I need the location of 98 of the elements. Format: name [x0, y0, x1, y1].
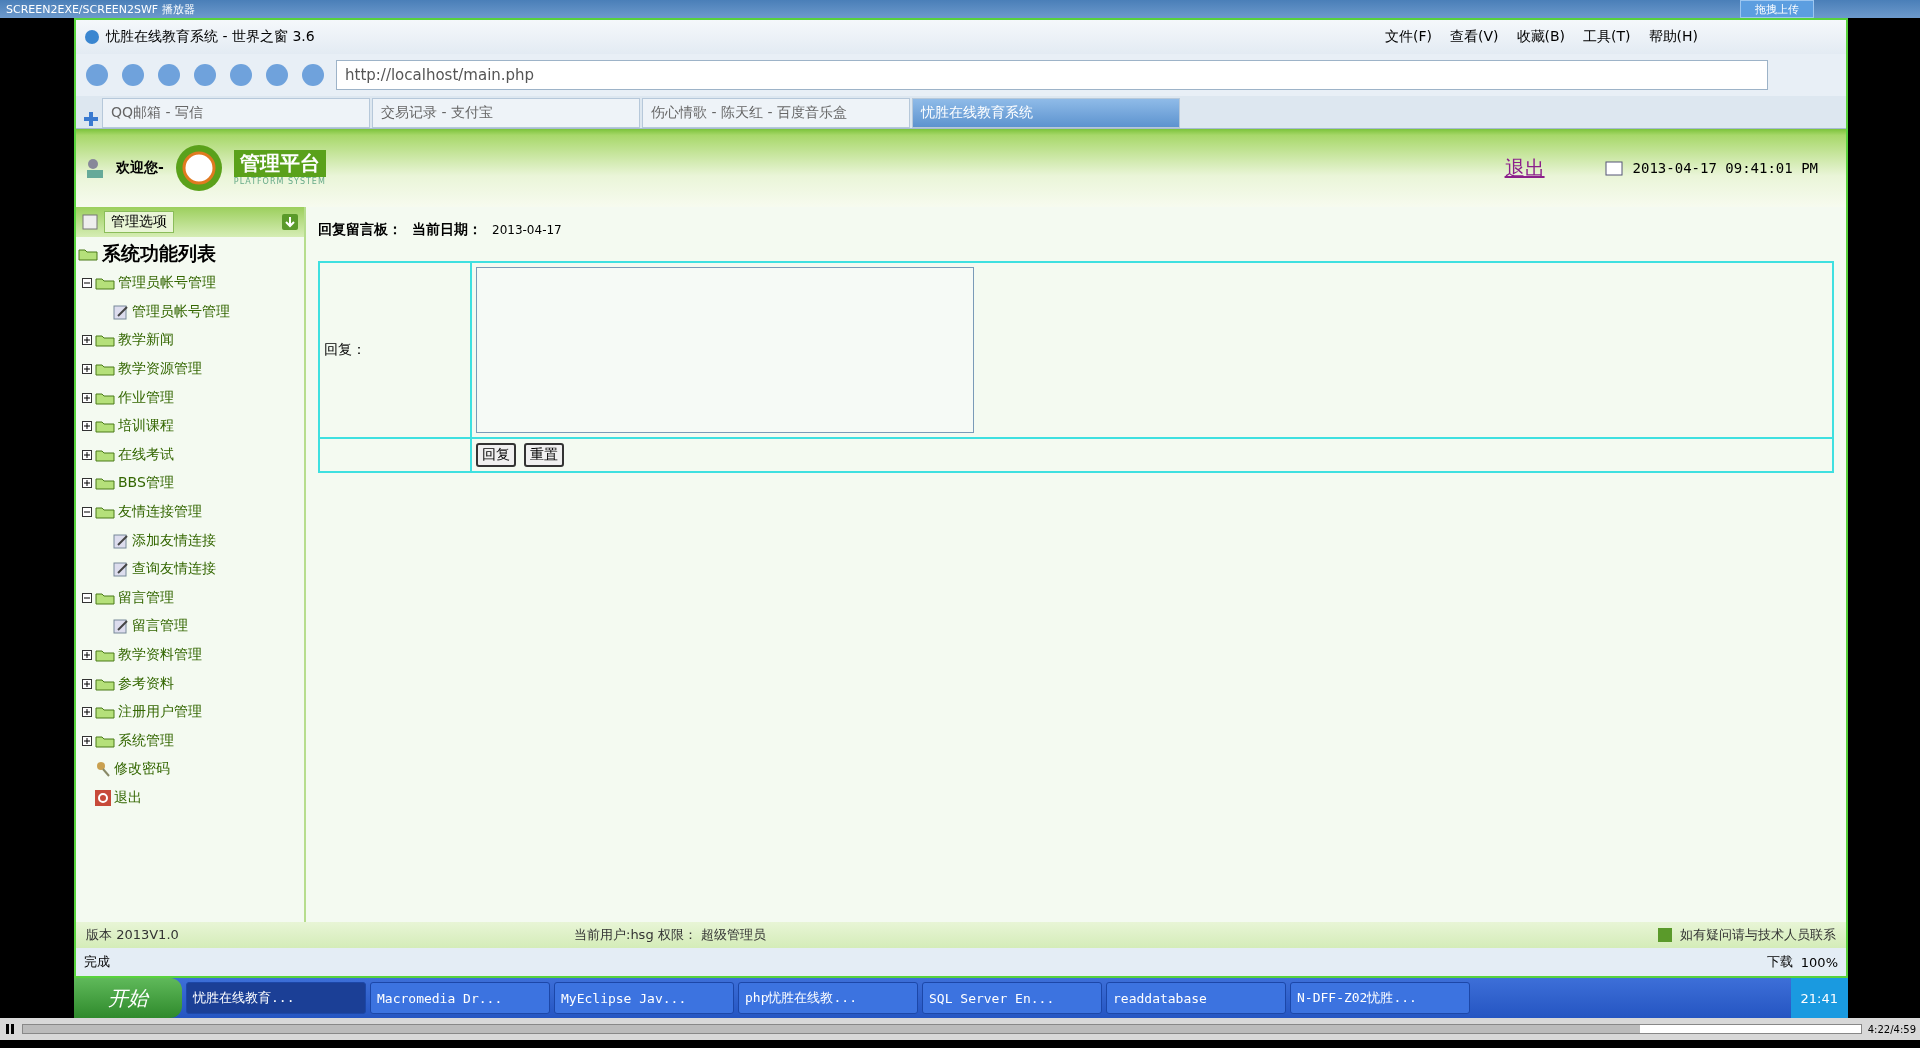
- folder-icon: [95, 476, 115, 491]
- user-icon: [84, 157, 106, 179]
- expand-icon[interactable]: [82, 478, 92, 489]
- date-text: 2013-04-17: [492, 223, 562, 237]
- edit-page-icon: [113, 303, 129, 320]
- taskbar-button[interactable]: php忧胜在线教...: [738, 982, 918, 1014]
- globe-icon: [84, 29, 100, 45]
- tree-item[interactable]: 培训课程: [118, 417, 174, 436]
- expand-icon[interactable]: [82, 449, 92, 460]
- tree-item[interactable]: 修改密码: [114, 760, 170, 779]
- browser-tab[interactable]: 伤心情歌 - 陈天红 - 百度音乐盒: [642, 98, 910, 128]
- folder-icon: [95, 419, 115, 434]
- expand-icon[interactable]: [82, 707, 92, 718]
- tree-item[interactable]: 友情连接管理: [118, 503, 202, 522]
- folder-icon: [95, 590, 115, 605]
- folder-icon: [95, 505, 115, 520]
- tree-item[interactable]: 留言管理: [132, 617, 188, 636]
- tree-title: 系统功能列表: [102, 241, 216, 266]
- collapse-icon[interactable]: [82, 592, 92, 603]
- date-label: 当前日期：: [412, 221, 482, 239]
- welcome-text: 欢迎您-: [116, 159, 164, 177]
- menu-item[interactable]: 工具(T): [1583, 28, 1631, 46]
- edit-page-icon: [113, 561, 129, 578]
- menu-item[interactable]: 收藏(B): [1516, 28, 1566, 46]
- expand-icon[interactable]: [82, 364, 92, 375]
- tree-item[interactable]: 查询友情连接: [132, 560, 216, 579]
- browser-tab[interactable]: QQ邮箱 - 写信: [102, 98, 370, 128]
- folder-icon: [95, 705, 115, 720]
- tree-item[interactable]: 教学新闻: [118, 331, 174, 350]
- form-button[interactable]: 回复: [476, 443, 516, 467]
- reply-label: 回复：: [324, 341, 366, 359]
- current-user-text: 当前用户:hsg 权限： 超级管理员: [574, 926, 766, 944]
- download-text[interactable]: 下载: [1766, 953, 1793, 971]
- tree-item[interactable]: 注册用户管理: [118, 703, 202, 722]
- expand-icon[interactable]: [82, 735, 92, 746]
- taskbar-button[interactable]: SQL Server En...: [922, 982, 1102, 1014]
- key-icon: [95, 761, 111, 778]
- folder-icon: [95, 447, 115, 462]
- tree-item[interactable]: 添加友情连接: [132, 531, 216, 550]
- edit-page-icon: [113, 618, 129, 635]
- help-text: 如有疑问请与技术人员联系: [1680, 926, 1836, 944]
- clock: 21:41: [1800, 990, 1838, 1006]
- tree-item[interactable]: 作业管理: [118, 388, 174, 407]
- expand-icon[interactable]: [82, 650, 92, 660]
- folder-icon: [95, 276, 115, 291]
- datetime: 2013-04-17 09:41:01 PM: [1632, 160, 1818, 176]
- edit-page-icon: [113, 532, 129, 549]
- form-button[interactable]: 重置: [524, 443, 564, 467]
- expand-icon[interactable]: [82, 678, 92, 689]
- folder-icon: [95, 648, 115, 662]
- plus-icon[interactable]: [82, 110, 100, 128]
- tree-item[interactable]: 系统管理: [118, 731, 174, 750]
- folder-icon: [95, 333, 115, 348]
- pause-icon[interactable]: [4, 1023, 16, 1035]
- tree-item[interactable]: 教学资料管理: [118, 646, 202, 664]
- taskbar-button[interactable]: Macromedia Dr...: [370, 982, 550, 1014]
- collapse-icon[interactable]: [82, 278, 92, 289]
- power-icon: [95, 790, 111, 806]
- menu-item[interactable]: 查看(V): [1450, 28, 1499, 46]
- address-field[interactable]: http://localhost/main.php: [336, 60, 1768, 90]
- version-text: 版本 2013V1.0: [86, 926, 180, 944]
- folder-icon: [95, 676, 115, 691]
- collapse-icon[interactable]: [82, 507, 92, 518]
- menu-item[interactable]: 帮助(H): [1648, 28, 1698, 46]
- folder-icon: [95, 733, 115, 748]
- logout-link[interactable]: 退出: [1504, 154, 1545, 182]
- tree-item[interactable]: 管理员帐号管理: [118, 274, 216, 293]
- taskbar-button[interactable]: readdatabase: [1106, 982, 1286, 1014]
- tree-item[interactable]: 参考资料: [118, 674, 174, 693]
- tree-item[interactable]: 退出: [114, 789, 142, 807]
- tree-item[interactable]: 管理员帐号管理: [132, 302, 230, 321]
- progress-track[interactable]: [22, 1024, 1862, 1034]
- folder-icon: [78, 247, 98, 261]
- window-title: 忧胜在线教育系统 - 世界之窗 3.6: [106, 28, 315, 46]
- status-text: 完成: [84, 953, 110, 971]
- expand-icon[interactable]: [82, 392, 92, 403]
- menu-item[interactable]: 文件(F): [1385, 28, 1432, 46]
- taskbar-button[interactable]: 忧胜在线教育...: [186, 982, 366, 1014]
- manage-options-button[interactable]: 管理选项: [104, 211, 174, 233]
- player-title: SCREEN2EXE/SCREEN2SWF 播放器: [6, 1, 195, 17]
- folder-icon: [95, 362, 115, 377]
- playback-time: 4:22/4:59: [1867, 1023, 1916, 1035]
- logo-subtitle: PLATFORM SYSTEM: [233, 177, 326, 186]
- tree-item[interactable]: 教学资源管理: [118, 360, 202, 379]
- download-icon[interactable]: [282, 214, 298, 230]
- page-heading: 回复留言板：: [318, 221, 402, 239]
- taskbar-button[interactable]: MyEclipse Jav...: [554, 982, 734, 1014]
- browser-tab[interactable]: 交易记录 - 支付宝: [372, 98, 640, 128]
- expand-icon[interactable]: [82, 421, 92, 432]
- folder-icon: [95, 390, 115, 405]
- gauge-icon: [173, 143, 224, 193]
- zoom-text[interactable]: 100%: [1800, 954, 1838, 970]
- logo-title: 管理平台: [233, 150, 326, 177]
- tree-item[interactable]: 留言管理: [118, 588, 174, 607]
- tree-item[interactable]: 在线考试: [118, 445, 174, 464]
- tree-item[interactable]: BBS管理: [118, 474, 174, 493]
- taskbar-button[interactable]: N-DFF-Z02忧胜...: [1290, 982, 1470, 1014]
- expand-icon[interactable]: [82, 335, 92, 346]
